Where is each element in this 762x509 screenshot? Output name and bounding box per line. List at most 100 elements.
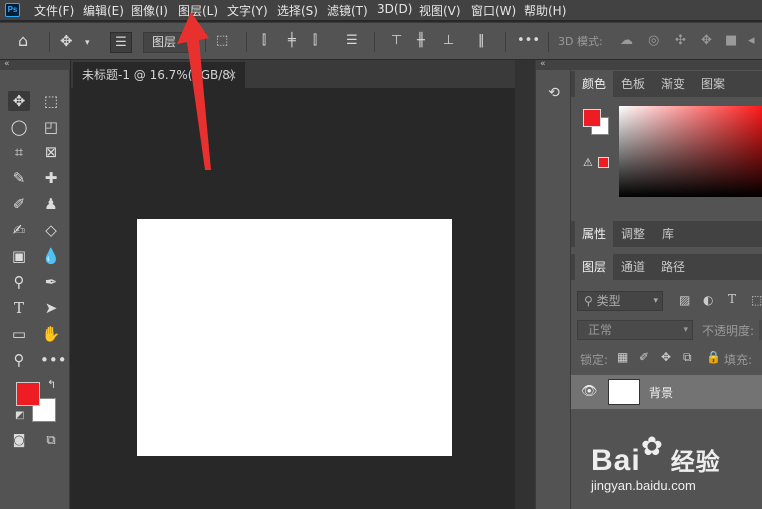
lasso-tool-icon[interactable]: ◯ [8,117,30,137]
type-tool-icon[interactable]: T [8,298,30,318]
layer-row-background[interactable]: 👁 背景 [571,375,762,409]
dock-collapse-button[interactable]: « [536,60,572,70]
align-bottom-icon[interactable]: ⊥ [443,34,454,48]
align-top-icon[interactable]: ⊤ [391,34,402,48]
dodge-tool-icon[interactable]: ⚲ [8,272,30,292]
properties-panel-tabs: 属性 调整 库 [571,221,762,247]
healing-brush-tool-icon[interactable]: ✚ [40,168,62,188]
menu-filter[interactable]: 滤镜(T) [327,2,368,19]
zoom-tool-icon[interactable]: ⚲ [8,350,30,370]
lock-position-icon[interactable]: ✥ [661,350,671,364]
layer-filter-dropdown[interactable]: ⚲ 类型 ▾ [577,291,663,311]
tab-properties[interactable]: 属性 [575,221,613,247]
layer-thumbnail [608,379,640,405]
eyedropper-tool-icon[interactable]: ✎ [8,168,30,188]
gradient-tool-icon[interactable]: ▣ [8,246,30,266]
gamut-warning-icon[interactable]: ⚠ [583,156,593,169]
filter-type-icon[interactable]: T [728,292,736,306]
more-options-icon[interactable]: ••• [517,34,540,48]
path-selection-tool-icon[interactable]: ➤ [40,298,62,318]
align-right-icon[interactable]: ⫿ [313,34,317,48]
align-left-icon[interactable]: ⫿ [262,34,266,48]
menu-select[interactable]: 选择(S) [277,2,318,19]
tab-color[interactable]: 颜色 [575,71,613,97]
tab-gradients[interactable]: 渐变 [653,71,693,97]
3d-camera-icon[interactable]: ◂ [748,34,755,48]
blend-mode-dropdown[interactable]: 正常 ▾ [577,320,693,340]
document-tab[interactable]: 未标题-1 @ 16.7%(RGB/8) × [73,62,245,88]
tab-patterns[interactable]: 图案 [693,71,733,97]
align-center-icon[interactable]: ╪ [288,34,296,48]
color-picker-field[interactable] [619,106,762,197]
move-tool-icon[interactable]: ✥ [8,91,30,111]
menu-help[interactable]: 帮助(H) [524,2,566,19]
transform-controls-icon[interactable]: ⬚ [216,34,228,48]
filter-adjustment-icon[interactable]: ◐ [703,293,713,307]
document-canvas[interactable] [137,219,452,456]
tab-libraries[interactable]: 库 [653,221,683,247]
menu-window[interactable]: 窗口(W) [471,2,516,19]
tab-channels[interactable]: 通道 [613,254,653,280]
tab-layers[interactable]: 图层 [575,254,613,280]
collapsed-panels-dock: « ⟲ [535,60,572,509]
more-tools-icon[interactable]: ••• [40,350,67,370]
history-brush-tool-icon[interactable]: ✍ [8,220,30,240]
filter-shape-icon[interactable]: ⬚ [751,293,762,307]
lock-image-icon[interactable]: ✐ [639,350,649,364]
lock-artboard-icon[interactable]: ⧉ [683,350,692,365]
pen-tool-icon[interactable]: ✒ [40,272,62,292]
panel-foreground-swatch[interactable] [583,109,601,127]
default-colors-icon[interactable]: ◩ [15,410,24,421]
auto-select-checkbox[interactable]: ☰ [110,32,132,53]
auto-select-target-dropdown[interactable]: 图层 ▾ [143,32,198,53]
filter-pixel-icon[interactable]: ▨ [679,293,690,307]
tools-collapse-button[interactable]: « [0,60,70,70]
eraser-tool-icon[interactable]: ◇ [40,220,62,240]
menu-image[interactable]: 图像(I) [131,2,168,19]
foreground-color-swatch[interactable] [16,382,40,406]
menu-layer[interactable]: 图层(L) [178,2,218,19]
clone-stamp-tool-icon[interactable]: ♟ [40,194,62,214]
object-select-tool-icon[interactable]: ◰ [40,117,62,137]
menu-file[interactable]: 文件(F) [34,2,74,19]
distribute-vertical-icon[interactable]: ‖ [478,34,485,48]
home-icon[interactable]: ⌂ [18,33,28,49]
hand-tool-icon[interactable]: ✋ [40,324,62,344]
tab-swatches[interactable]: 色板 [613,71,653,97]
menu-edit[interactable]: 编辑(E) [83,2,124,19]
move-tool-icon[interactable]: ✥ [60,34,73,49]
3d-pan-icon[interactable]: ✣ [675,34,686,48]
align-middle-icon[interactable]: ╫ [417,34,425,48]
eye-icon[interactable]: 👁 [581,384,598,399]
frame-tool-icon[interactable]: ⊠ [40,142,62,162]
document-tab-title: 未标题-1 @ 16.7%(RGB/8) [82,68,235,82]
swap-colors-icon[interactable]: ↰ [47,378,56,391]
marquee-tool-icon[interactable]: ⬚ [40,91,62,111]
close-tab-icon[interactable]: × [227,62,237,88]
tab-adjustments[interactable]: 调整 [613,221,653,247]
fill-label: 填充: [724,353,753,367]
blur-tool-icon[interactable]: 💧 [40,246,62,266]
color-panel-tabs: 颜色 色板 渐变 图案 [571,71,762,97]
3d-slide-icon[interactable]: ✥ [701,34,712,48]
rectangle-tool-icon[interactable]: ▭ [8,324,30,344]
gamut-color-swatch[interactable] [598,157,609,168]
tab-paths[interactable]: 路径 [653,254,693,280]
distribute-icon[interactable]: ☰ [346,34,358,48]
menu-3d[interactable]: 3D(D) [377,2,412,16]
lock-transparent-icon[interactable]: ▦ [617,350,628,364]
chevron-down-icon[interactable]: ▾ [85,36,90,50]
panels-header [571,60,762,70]
screen-mode-icon[interactable]: ⧉ [40,431,62,451]
menu-type[interactable]: 文字(Y) [227,2,268,19]
3d-scale-icon[interactable]: ■ [725,34,737,48]
menu-view[interactable]: 视图(V) [419,2,461,19]
crop-tool-icon[interactable]: ⌗ [8,142,30,162]
3d-orbit-icon[interactable]: ☁ [620,34,633,48]
quick-mask-icon[interactable]: ◙ [8,431,30,451]
lock-all-icon[interactable]: 🔒 [706,350,721,364]
layers-panel-tabs: 图层 通道 路径 [571,254,762,280]
3d-roll-icon[interactable]: ◎ [648,34,659,48]
history-panel-icon[interactable]: ⟲ [543,85,565,105]
brush-tool-icon[interactable]: ✐ [8,194,30,214]
